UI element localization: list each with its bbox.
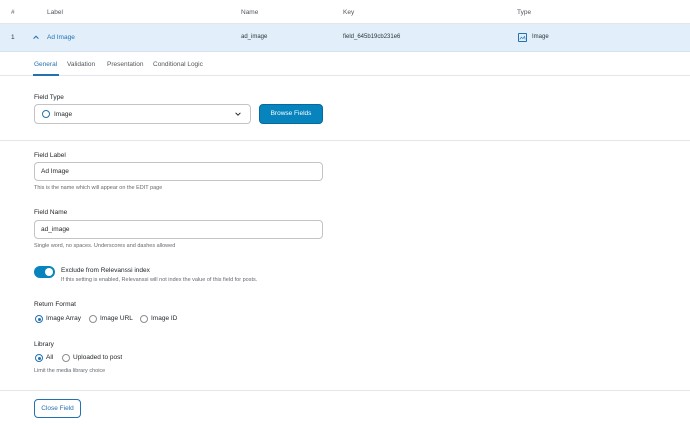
radio-library-all-label: All — [46, 354, 54, 361]
toggle-knob — [45, 268, 53, 276]
col-type: Type — [517, 9, 532, 16]
radio-uploaded-to-post-label: Uploaded to post — [73, 354, 123, 361]
radio-image-url-label: Image URL — [100, 315, 133, 322]
col-hash: # — [11, 9, 15, 16]
chevron-down-icon — [235, 112, 241, 116]
col-label: Label — [47, 9, 63, 16]
field-key-value: field_645b19cb231e6 — [343, 34, 401, 40]
library-hint: Limit the media library choice — [34, 368, 106, 374]
tab-conditional-logic[interactable]: Conditional Logic — [153, 61, 203, 68]
settings-tabs: General Validation Presentation Conditio… — [0, 52, 690, 76]
radio-image-url[interactable] — [89, 315, 97, 323]
field-name-value: ad_image — [241, 34, 268, 40]
image-type-icon — [42, 110, 50, 118]
field-type-label: Field Type — [34, 94, 64, 101]
section-divider — [0, 140, 690, 141]
radio-uploaded-to-post[interactable] — [62, 354, 70, 362]
relevanssi-hint: If this setting is enabled, Relevanssi w… — [61, 277, 258, 283]
tab-validation[interactable]: Validation — [67, 61, 95, 68]
field-label-hint: This is the name which will appear on th… — [34, 185, 163, 191]
field-row[interactable]: 1 Ad Image ad_image field_645b19cb231e6 … — [0, 24, 690, 52]
field-type-value: Image — [532, 34, 549, 40]
radio-image-id[interactable] — [140, 315, 148, 323]
field-label-link[interactable]: Ad Image — [47, 34, 75, 41]
library-label: Library — [34, 341, 54, 348]
field-name-input-value: ad_image — [41, 226, 70, 233]
return-format-label: Return Format — [34, 301, 76, 308]
radio-image-id-label: Image ID — [151, 315, 178, 322]
field-type-value: Image — [54, 111, 73, 118]
relevanssi-toggle[interactable] — [34, 266, 55, 278]
col-name: Name — [241, 9, 259, 16]
radio-image-array-label: Image Array — [46, 315, 82, 322]
field-name-hint: Single word, no spaces. Underscores and … — [34, 243, 176, 249]
table-header: # Label Name Key Type — [0, 0, 690, 24]
field-label-heading: Field Label — [34, 152, 66, 159]
chevron-up-icon[interactable] — [32, 33, 40, 41]
col-key: Key — [343, 9, 355, 16]
active-tab-indicator — [33, 74, 59, 76]
field-label-input-value: Ad Image — [41, 168, 69, 175]
footer-divider — [0, 390, 690, 391]
field-label-input[interactable]: Ad Image — [34, 162, 323, 181]
relevanssi-label: Exclude from Relevanssi index — [61, 267, 150, 274]
tab-general[interactable]: General — [34, 61, 57, 68]
field-name-input[interactable]: ad_image — [34, 220, 323, 239]
radio-image-array[interactable] — [35, 315, 43, 323]
image-icon — [518, 33, 527, 42]
field-type-select[interactable]: Image — [34, 104, 251, 124]
tab-presentation[interactable]: Presentation — [107, 61, 144, 68]
close-field-button[interactable]: Close Field — [34, 399, 81, 418]
field-name-heading: Field Name — [34, 209, 68, 216]
radio-library-all[interactable] — [35, 354, 43, 362]
field-order: 1 — [11, 34, 15, 41]
browse-fields-button[interactable]: Browse Fields — [259, 104, 323, 124]
